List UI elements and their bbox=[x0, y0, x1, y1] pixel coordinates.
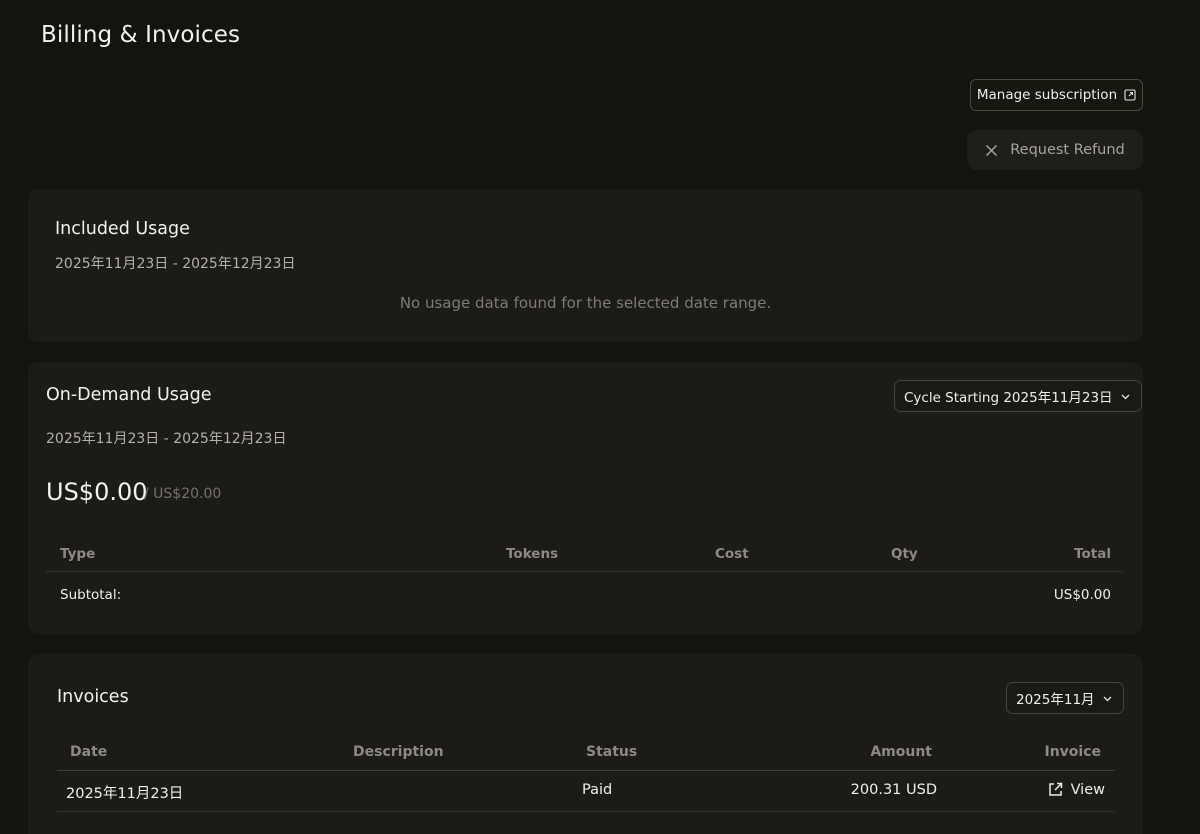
manage-subscription-button[interactable]: Manage subscription bbox=[970, 79, 1143, 111]
column-header-amount: Amount bbox=[870, 744, 932, 760]
column-header-status: Status bbox=[586, 744, 638, 760]
external-link-icon bbox=[1048, 782, 1062, 796]
request-refund-label: Request Refund bbox=[1010, 142, 1125, 158]
view-invoice-link[interactable]: View bbox=[1047, 781, 1105, 798]
cycle-select[interactable]: Cycle Starting 2025年11月23日 bbox=[894, 380, 1142, 412]
chevron-down-icon bbox=[1103, 696, 1112, 701]
column-header-qty: Qty bbox=[891, 546, 918, 562]
on-demand-date-range: 2025年11月23日 - 2025年12月23日 bbox=[46, 431, 287, 447]
cycle-select-label: Cycle Starting 2025年11月23日 bbox=[904, 390, 1113, 406]
close-icon bbox=[986, 144, 998, 156]
included-usage-title: Included Usage bbox=[55, 219, 190, 239]
column-header-total: Total bbox=[1074, 546, 1111, 562]
subtotal-label: Subtotal: bbox=[60, 587, 122, 603]
manage-subscription-label: Manage subscription bbox=[976, 87, 1118, 103]
view-invoice-label: View bbox=[1070, 781, 1105, 798]
usage-amount: US$0.00 bbox=[46, 478, 148, 506]
request-refund-button[interactable]: Request Refund bbox=[967, 130, 1143, 170]
chevron-down-icon bbox=[1121, 394, 1130, 399]
invoices-card: Invoices 2025年11月 Date Description Statu… bbox=[28, 654, 1143, 834]
usage-table-header: Type Tokens Cost Qty Total bbox=[46, 534, 1123, 572]
invoices-table-header: Date Description Status Amount Invoice bbox=[57, 734, 1115, 771]
column-header-tokens: Tokens bbox=[506, 546, 559, 562]
invoice-amount: 200.31 USD bbox=[850, 782, 937, 798]
column-header-type: Type bbox=[60, 546, 96, 562]
on-demand-usage-card: On-Demand Usage Cycle Starting 2025年11月2… bbox=[28, 362, 1143, 634]
included-usage-card: Included Usage 2025年11月23日 - 2025年12月23日… bbox=[28, 189, 1143, 342]
invoice-month-select[interactable]: 2025年11月 bbox=[1006, 682, 1124, 714]
invoice-row: 2025年11月23日 Paid 200.31 USD View bbox=[57, 771, 1115, 812]
usage-limit: / US$20.00 bbox=[144, 486, 222, 502]
invoice-date: 2025年11月23日 bbox=[66, 786, 184, 802]
invoice-month-label: 2025年11月 bbox=[1016, 692, 1095, 708]
invoices-title: Invoices bbox=[57, 687, 129, 707]
billing-page: Billing & Invoices Manage subscription R… bbox=[0, 0, 1200, 834]
page-title: Billing & Invoices bbox=[41, 22, 241, 48]
invoice-status: Paid bbox=[582, 782, 613, 798]
column-header-cost: Cost bbox=[715, 546, 749, 562]
column-header-description: Description bbox=[353, 744, 444, 760]
invoices-table: Date Description Status Amount Invoice 2… bbox=[57, 734, 1115, 812]
usage-table: Type Tokens Cost Qty Total Subtotal: US$… bbox=[46, 534, 1123, 617]
subtotal-value: US$0.00 bbox=[1053, 587, 1111, 603]
external-link-icon bbox=[1124, 89, 1136, 101]
subtotal-row: Subtotal: US$0.00 bbox=[46, 572, 1123, 617]
on-demand-usage-title: On-Demand Usage bbox=[46, 385, 212, 405]
column-header-date: Date bbox=[70, 744, 108, 760]
empty-usage-message: No usage data found for the selected dat… bbox=[399, 294, 772, 312]
included-usage-date-range: 2025年11月23日 - 2025年12月23日 bbox=[55, 256, 296, 272]
column-header-invoice: Invoice bbox=[1044, 744, 1101, 760]
